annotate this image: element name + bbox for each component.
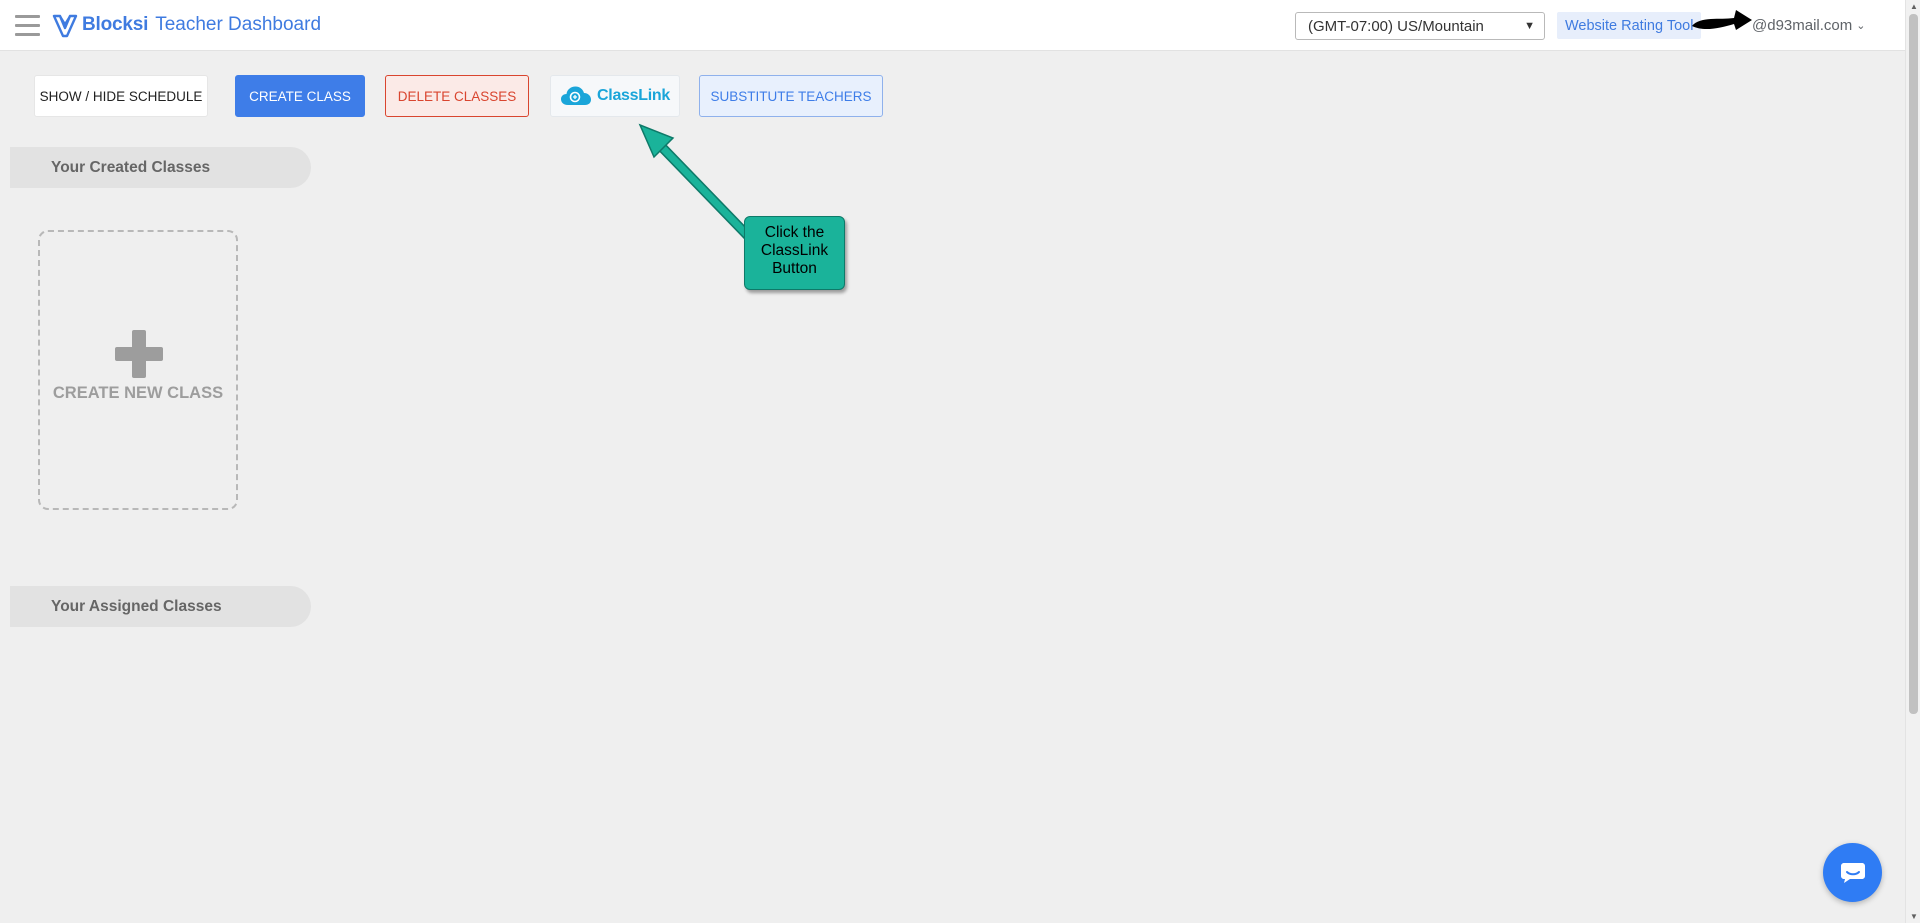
website-rating-tool-button[interactable]: Website Rating Tool xyxy=(1557,12,1702,39)
scroll-down-arrow-icon[interactable]: ▼ xyxy=(1910,912,1918,921)
chat-icon xyxy=(1840,862,1865,883)
tutorial-callout: Click the ClassLink Button xyxy=(744,216,845,290)
create-new-class-card[interactable]: CREATE NEW CLASS xyxy=(38,230,238,510)
tutorial-arrow xyxy=(638,123,753,241)
chat-button[interactable] xyxy=(1823,843,1882,902)
app-title: Teacher Dashboard xyxy=(155,14,322,35)
timezone-select[interactable]: (GMT-07:00) US/Mountain ▼ xyxy=(1295,12,1545,40)
chevron-down-icon: ⌄ xyxy=(1856,19,1866,32)
hamburger-menu-icon[interactable] xyxy=(15,15,40,37)
classlink-logo: ClassLink xyxy=(560,85,670,107)
created-classes-header: Your Created Classes xyxy=(10,147,311,188)
create-class-button[interactable]: CREATE CLASS xyxy=(235,75,365,117)
show-hide-schedule-button[interactable]: SHOW / HIDE SCHEDULE xyxy=(34,75,208,117)
brand-name: Blocksi xyxy=(82,14,149,35)
classlink-button[interactable]: ClassLink xyxy=(550,75,680,117)
timezone-value: (GMT-07:00) US/Mountain xyxy=(1308,17,1484,35)
callout-line-3: Button xyxy=(772,260,817,277)
top-navigation-bar: Blocksi Teacher Dashboard (GMT-07:00) US… xyxy=(0,0,1905,51)
user-menu[interactable]: @d93mail.com ⌄ xyxy=(1692,10,1866,36)
redaction-mark xyxy=(1692,10,1752,30)
page-scrollbar[interactable]: ▲ ▼ xyxy=(1905,0,1920,923)
assigned-classes-header: Your Assigned Classes xyxy=(10,586,311,627)
scroll-up-arrow-icon[interactable]: ▲ xyxy=(1910,2,1918,11)
create-new-class-label: CREATE NEW CLASS xyxy=(52,384,224,402)
blocksi-logo-icon xyxy=(52,14,78,38)
classlink-cloud-icon xyxy=(561,86,592,105)
callout-line-1: Click the xyxy=(764,224,825,241)
classlink-label: ClassLink xyxy=(597,87,670,104)
plus-icon xyxy=(115,330,163,378)
delete-classes-button[interactable]: DELETE CLASSES xyxy=(385,75,529,117)
brand[interactable]: Blocksi Teacher Dashboard xyxy=(52,12,321,38)
callout-line-2: ClassLink xyxy=(760,242,829,259)
chevron-down-icon: ▼ xyxy=(1524,20,1535,32)
scroll-thumb[interactable] xyxy=(1909,14,1918,714)
substitute-teachers-button[interactable]: SUBSTITUTE TEACHERS xyxy=(699,75,883,117)
